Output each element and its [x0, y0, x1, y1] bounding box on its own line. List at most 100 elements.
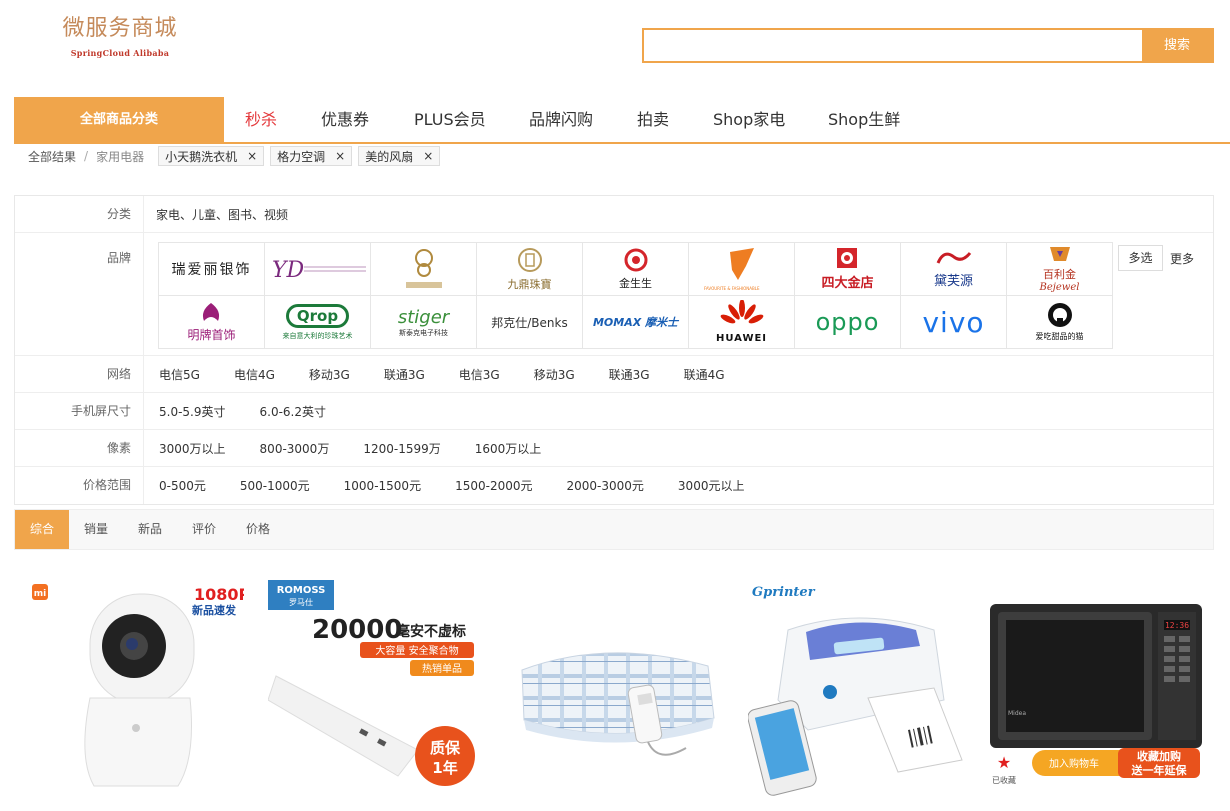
sort-bar: 综合 销量 新品 评价 价格 [14, 509, 1214, 550]
filter-tag-label: 格力空调 [277, 149, 326, 164]
brand-logo-favourite[interactable]: FAVOURITE & FASHIONABLE [689, 243, 795, 296]
logo-title: 微服务商城 [62, 16, 178, 41]
filter-value[interactable]: 电信5G [159, 366, 200, 383]
brand-logo-jinshengsheng[interactable]: 金生生 [583, 243, 689, 296]
filter-label: 像素 [15, 430, 143, 466]
close-icon[interactable]: × [423, 149, 433, 163]
filter-value[interactable]: 3000万以上 [159, 440, 226, 457]
filter-value[interactable]: 1600万以上 [475, 440, 542, 457]
brand-logo-yide[interactable]: YD [265, 243, 371, 296]
blanket-illustration [521, 652, 715, 756]
brand-logo-ruiaili[interactable]: 瑞爱丽银饰 [159, 243, 265, 296]
brand-logo-jiuding[interactable]: 九鼎珠寶 [477, 243, 583, 296]
filter-value[interactable]: 1000-1500元 [344, 477, 421, 494]
breadcrumb-root[interactable]: 全部结果 [28, 148, 76, 165]
fengsheng-logo-icon [405, 249, 442, 288]
brand-logo-vivo[interactable]: vivo [901, 296, 1007, 349]
brand-logo-sidajindian[interactable]: 四大金店 [795, 243, 901, 296]
brand-logo-github[interactable]: 爱吃甜品的猫 [1007, 296, 1113, 349]
breadcrumb-separator: / [84, 149, 89, 163]
nav-link-coupon[interactable]: 优惠券 [321, 97, 369, 142]
nav-link-appliances[interactable]: Shop家电 [713, 97, 785, 142]
more-brands-link[interactable]: 更多 [1170, 250, 1194, 267]
svg-text:已收藏: 已收藏 [992, 775, 1016, 785]
sort-price[interactable]: 价格 [231, 510, 285, 549]
brand-logo-huawei[interactable]: HUAWEI [689, 296, 795, 349]
filter-value[interactable]: 联通3G [384, 366, 425, 383]
filter-value[interactable]: 5.0-5.9英寸 [159, 403, 226, 420]
filter-value[interactable]: 移动3G [534, 366, 575, 383]
product-image-printer[interactable]: Gprinter [748, 580, 964, 800]
filter-value[interactable]: 500-1000元 [240, 477, 310, 494]
filter-value[interactable]: 3000元以上 [678, 477, 745, 494]
sort-sales[interactable]: 销量 [69, 510, 123, 549]
brand-logo-fengsheng[interactable] [371, 243, 477, 296]
bailijin-logo-icon [1049, 247, 1070, 261]
search-button[interactable]: 搜索 [1142, 30, 1212, 61]
nav-link-auction[interactable]: 拍卖 [637, 97, 669, 142]
product-image-camera[interactable]: mi 1080P 新品速发 [28, 578, 244, 798]
printer-illustration: Gprinter [748, 585, 963, 796]
svg-text:ROMOSS: ROMOSS [277, 585, 326, 596]
product-image-blanket[interactable] [508, 578, 724, 798]
breadcrumb-category[interactable]: 家用电器 [96, 148, 144, 165]
svg-text:毫安不虚标: 毫安不虚标 [396, 623, 466, 640]
nav-link-fresh[interactable]: Shop生鲜 [828, 97, 900, 142]
search-input[interactable] [644, 30, 1142, 61]
multi-select-button[interactable]: 多选 [1118, 245, 1163, 271]
filter-value[interactable]: 800-3000万 [260, 440, 330, 457]
filter-row-brand: 品牌 瑞爱丽银饰 YD 九鼎珠寶 金生生 FAVOURITE & FASHION… [15, 233, 1213, 356]
brand-logo-benks[interactable]: 邦克仕/Benks [477, 296, 583, 349]
sort-reviews[interactable]: 评价 [177, 510, 231, 549]
brand-logo-bailijin[interactable]: 百利金 Bejewel [1007, 243, 1113, 296]
filter-value[interactable]: 2000-3000元 [567, 477, 644, 494]
nav-link-seckill[interactable]: 秒杀 [245, 97, 277, 142]
powerbank-illustration: ROMOSS 罗马仕 20000 毫安不虚标 大容量 安全聚合物 热销单品 质保… [268, 580, 484, 796]
filter-row-pixel: 像素 3000万以上 800-3000万 1200-1599万 1600万以上 [15, 430, 1213, 467]
brand-logo-mingpai[interactable]: 明牌首饰 [159, 296, 265, 349]
main-nav: 全部商品分类 秒杀 优惠券 PLUS会员 品牌闪购 拍卖 Shop家电 Shop… [14, 97, 1230, 144]
svg-text:20000: 20000 [312, 615, 402, 645]
nav-link-brand-flash[interactable]: 品牌闪购 [529, 97, 593, 142]
filter-value[interactable]: 0-500元 [159, 477, 206, 494]
filter-row-screen: 手机屏尺寸 5.0-5.9英寸 6.0-6.2英寸 [15, 393, 1213, 430]
filter-label: 分类 [15, 196, 143, 232]
filter-value[interactable]: 联通3G [609, 366, 650, 383]
microwave-illustration: 12:36 Midea ★ 已收藏 加入购物车 收藏加购 送一年延保 [990, 604, 1202, 785]
filter-tag: 美的风扇 × [358, 146, 441, 166]
filter-tag: 小天鹅洗衣机 × [158, 146, 265, 166]
close-icon[interactable]: × [247, 149, 257, 163]
product-image-powerbank[interactable]: ROMOSS 罗马仕 20000 毫安不虚标 大容量 安全聚合物 热销单品 质保… [268, 580, 484, 800]
svg-text:Gprinter: Gprinter [752, 585, 816, 600]
filter-value[interactable]: 电信3G [459, 366, 500, 383]
filter-value[interactable]: 移动3G [309, 366, 350, 383]
jinshengsheng-logo-icon [624, 248, 647, 271]
brand-logo-daifuyuan[interactable]: 黛芙源 [901, 243, 1007, 296]
brand-logo-momax[interactable]: MOMAX 摩米士 [583, 296, 689, 349]
filter-value[interactable]: 家电、儿童、图书、视频 [156, 206, 288, 223]
all-categories-button[interactable]: 全部商品分类 [14, 97, 224, 142]
logo-subtitle: SpringCloud Alibaba [70, 48, 170, 58]
product-image-microwave[interactable]: 12:36 Midea ★ 已收藏 加入购物车 收藏加购 送一年延保 [988, 578, 1204, 798]
sort-new[interactable]: 新品 [123, 510, 177, 549]
huawei-logo-icon [720, 299, 763, 324]
sort-default[interactable]: 综合 [15, 510, 69, 549]
brand-logo-stiger[interactable]: stiger 斯泰克电子科技 [371, 296, 477, 349]
camera-illustration: mi 1080P 新品速发 [32, 584, 244, 787]
jiuding-logo-icon [517, 247, 542, 272]
filter-value[interactable]: 1500-2000元 [455, 477, 532, 494]
brand-logo-qrop[interactable]: Qrop 来自意大利的珍珠艺术 [265, 296, 371, 349]
svg-text:12:36: 12:36 [1165, 621, 1189, 630]
filter-value[interactable]: 6.0-6.2英寸 [260, 403, 327, 420]
brand-logo-oppo[interactable]: oppo [795, 296, 901, 349]
filter-label: 品牌 [15, 233, 143, 355]
mingpai-logo-icon [203, 303, 220, 321]
filter-value[interactable]: 电信4G [234, 366, 275, 383]
filter-value[interactable]: 联通4G [684, 366, 725, 383]
close-icon[interactable]: × [335, 149, 345, 163]
filter-tag: 格力空调 × [270, 146, 353, 166]
site-logo[interactable]: 微服务商城 SpringCloud Alibaba [58, 14, 182, 58]
filter-value[interactable]: 1200-1599万 [363, 440, 440, 457]
breadcrumb: 全部结果 / 家用电器 小天鹅洗衣机 × 格力空调 × 美的风扇 × [28, 146, 441, 166]
nav-link-plus[interactable]: PLUS会员 [414, 97, 486, 142]
